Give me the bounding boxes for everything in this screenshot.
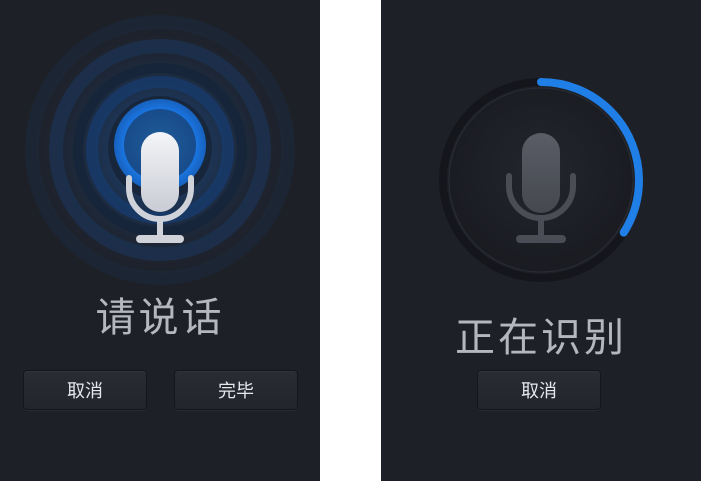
done-button[interactable]: 完毕 [174, 370, 298, 410]
cancel-button[interactable]: 取消 [23, 370, 147, 410]
status-text: 请说话 [95, 295, 225, 341]
voice-recognizing-panel: 正在识别 取消 [381, 0, 701, 481]
voice-listening-panel: 请说话 取消 完毕 [0, 0, 320, 481]
cancel-button[interactable]: 取消 [477, 370, 601, 410]
status-text: 正在识别 [455, 315, 627, 361]
